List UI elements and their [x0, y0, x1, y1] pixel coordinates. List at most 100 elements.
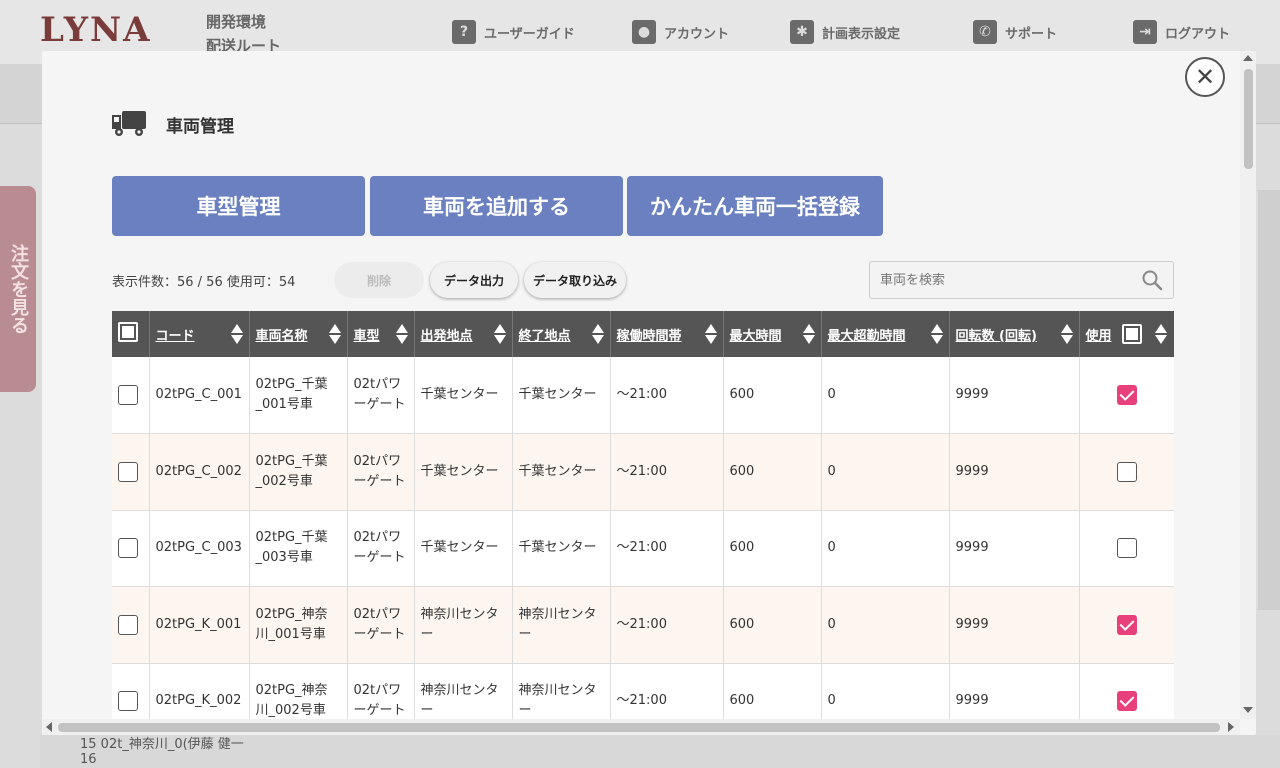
cell-use: [1079, 510, 1174, 587]
table-row[interactable]: 02tPG_K_001 02tPG_神奈川_001号車 02tパワーゲート 神奈川セン…: [112, 586, 1174, 664]
search-input[interactable]: [880, 272, 1141, 288]
row-select-cell: [112, 433, 150, 511]
cell-rotations: 9999: [949, 433, 1080, 511]
add-vehicle-button[interactable]: 車両を追加する: [370, 176, 623, 236]
cell-code: 02tPG_C_001: [149, 357, 250, 434]
sort-icon[interactable]: [395, 324, 408, 344]
table-row[interactable]: 02tPG_C_002 02tPG_千葉_002号車 02tパワーゲート 千葉センター…: [112, 433, 1174, 511]
cell-end: 千葉センター: [512, 433, 611, 511]
cell-name: 02tPG_神奈川_002号車: [249, 663, 348, 721]
cell-start: 千葉センター: [414, 510, 513, 587]
table-row[interactable]: 02tPG_K_002 02tPG_神奈川_002号車 02tパワーゲート 神奈川セン…: [112, 663, 1174, 721]
cell-max-time: 600: [723, 433, 822, 511]
header-start[interactable]: 出発地点: [414, 311, 513, 357]
sort-icon[interactable]: [704, 324, 717, 344]
search-icon[interactable]: [1141, 269, 1163, 291]
sort-icon[interactable]: [1060, 324, 1073, 344]
select-all-checkbox[interactable]: [118, 322, 138, 342]
cell-type: 02tパワーゲート: [347, 586, 415, 664]
header-max-time[interactable]: 最大時間: [723, 311, 822, 357]
bulk-register-button[interactable]: かんたん車両一括登録: [627, 176, 883, 236]
cell-hours: ～21:00: [610, 433, 724, 511]
table-header-row: コード 車両名称 車型 出発地点 終了地点 稼働時間帯 最大時間 最大超勤時間 …: [112, 311, 1174, 357]
cell-type: 02tパワーゲート: [347, 510, 415, 587]
close-icon: ✕: [1194, 63, 1216, 91]
cell-name: 02tPG_千葉_001号車: [249, 357, 348, 434]
import-button[interactable]: データ取り込み: [524, 262, 626, 298]
cell-use: [1079, 357, 1174, 434]
truck-icon: [112, 111, 146, 136]
table-row[interactable]: 02tPG_C_003 02tPG_千葉_003号車 02tパワーゲート 千葉センター…: [112, 510, 1174, 587]
use-checkbox[interactable]: [1116, 614, 1137, 635]
vehicle-type-button[interactable]: 車型管理: [112, 176, 365, 236]
cell-max-overtime: 0: [821, 510, 950, 587]
support-icon: ✆: [973, 20, 997, 44]
header-type[interactable]: 車型: [347, 311, 415, 357]
export-button[interactable]: データ出力: [430, 262, 518, 298]
scroll-down-icon[interactable]: [1243, 707, 1253, 713]
scroll-left-icon[interactable]: [46, 722, 52, 732]
use-checkbox[interactable]: [1116, 691, 1137, 711]
cell-code: 02tPG_K_002: [149, 663, 250, 721]
use-checkbox[interactable]: [1116, 384, 1137, 405]
row-select-checkbox[interactable]: [118, 384, 138, 405]
cell-start: 千葉センター: [414, 357, 513, 434]
cell-rotations: 9999: [949, 357, 1080, 434]
row-select-checkbox[interactable]: [118, 691, 138, 711]
account-icon: ●: [632, 20, 656, 44]
side-tab-orders[interactable]: 注文を見る: [0, 186, 36, 392]
cell-type: 02tパワーゲート: [347, 663, 415, 721]
scroll-up-icon[interactable]: [1243, 55, 1253, 61]
sort-icon[interactable]: [1155, 324, 1168, 344]
vertical-scrollbar[interactable]: [1240, 51, 1256, 719]
row-select-checkbox[interactable]: [118, 538, 138, 558]
sort-icon[interactable]: [802, 324, 815, 344]
row-select-cell: [112, 586, 150, 664]
modal-title: 車両管理: [166, 116, 234, 137]
cell-start: 千葉センター: [414, 433, 513, 511]
question-icon: ?: [452, 20, 476, 44]
header-name[interactable]: 車両名称: [249, 311, 348, 357]
header-use[interactable]: 使用: [1079, 311, 1174, 357]
close-button[interactable]: ✕: [1185, 57, 1225, 97]
sort-icon[interactable]: [493, 324, 506, 344]
sort-icon[interactable]: [930, 324, 943, 344]
cell-end: 千葉センター: [512, 510, 611, 587]
header-rotations[interactable]: 回転数 (回転): [949, 311, 1080, 357]
sort-icon[interactable]: [230, 324, 243, 344]
cell-start: 神奈川センター: [414, 586, 513, 664]
use-checkbox[interactable]: [1116, 538, 1137, 558]
env-line1: 開発環境: [206, 13, 267, 31]
cell-max-overtime: 0: [821, 586, 950, 664]
header-code[interactable]: コード: [149, 311, 250, 357]
cell-type: 02tパワーゲート: [347, 357, 415, 434]
horizontal-scrollbar[interactable]: [42, 719, 1240, 735]
cell-max-overtime: 0: [821, 663, 950, 721]
cell-max-overtime: 0: [821, 433, 950, 511]
cell-code: 02tPG_C_002: [149, 433, 250, 511]
cell-hours: ～21:00: [610, 586, 724, 664]
header-max-overtime[interactable]: 最大超勤時間: [821, 311, 950, 357]
sort-icon[interactable]: [328, 324, 341, 344]
delete-button[interactable]: 削除: [334, 262, 424, 298]
vehicle-table: コード 車両名称 車型 出発地点 終了地点 稼働時間帯 最大時間 最大超勤時間 …: [112, 311, 1174, 721]
use-checkbox[interactable]: [1116, 461, 1137, 482]
app-logo: LYNA: [40, 10, 152, 50]
row-select-checkbox[interactable]: [118, 461, 138, 482]
use-all-checkbox[interactable]: [1121, 324, 1142, 344]
sort-icon[interactable]: [591, 324, 604, 344]
cell-code: 02tPG_K_001: [149, 586, 250, 664]
row-select-checkbox[interactable]: [118, 614, 138, 635]
header-end[interactable]: 終了地点: [512, 311, 611, 357]
bg-list-row: 16: [80, 752, 97, 767]
vertical-scroll-thumb[interactable]: [1244, 69, 1253, 169]
horizontal-scroll-thumb[interactable]: [58, 723, 1220, 732]
cell-use: [1079, 663, 1174, 721]
bg-list: 15 02t_神奈川_0(伊藤 健一 16: [40, 735, 1280, 768]
table-row[interactable]: 02tPG_C_001 02tPG_千葉_001号車 02tパワーゲート 千葉センター…: [112, 357, 1174, 434]
modal-header: 車両管理: [112, 111, 234, 137]
cell-rotations: 9999: [949, 510, 1080, 587]
vehicle-search: [869, 261, 1174, 299]
header-hours[interactable]: 稼働時間帯: [610, 311, 724, 357]
scroll-right-icon[interactable]: [1228, 722, 1234, 732]
